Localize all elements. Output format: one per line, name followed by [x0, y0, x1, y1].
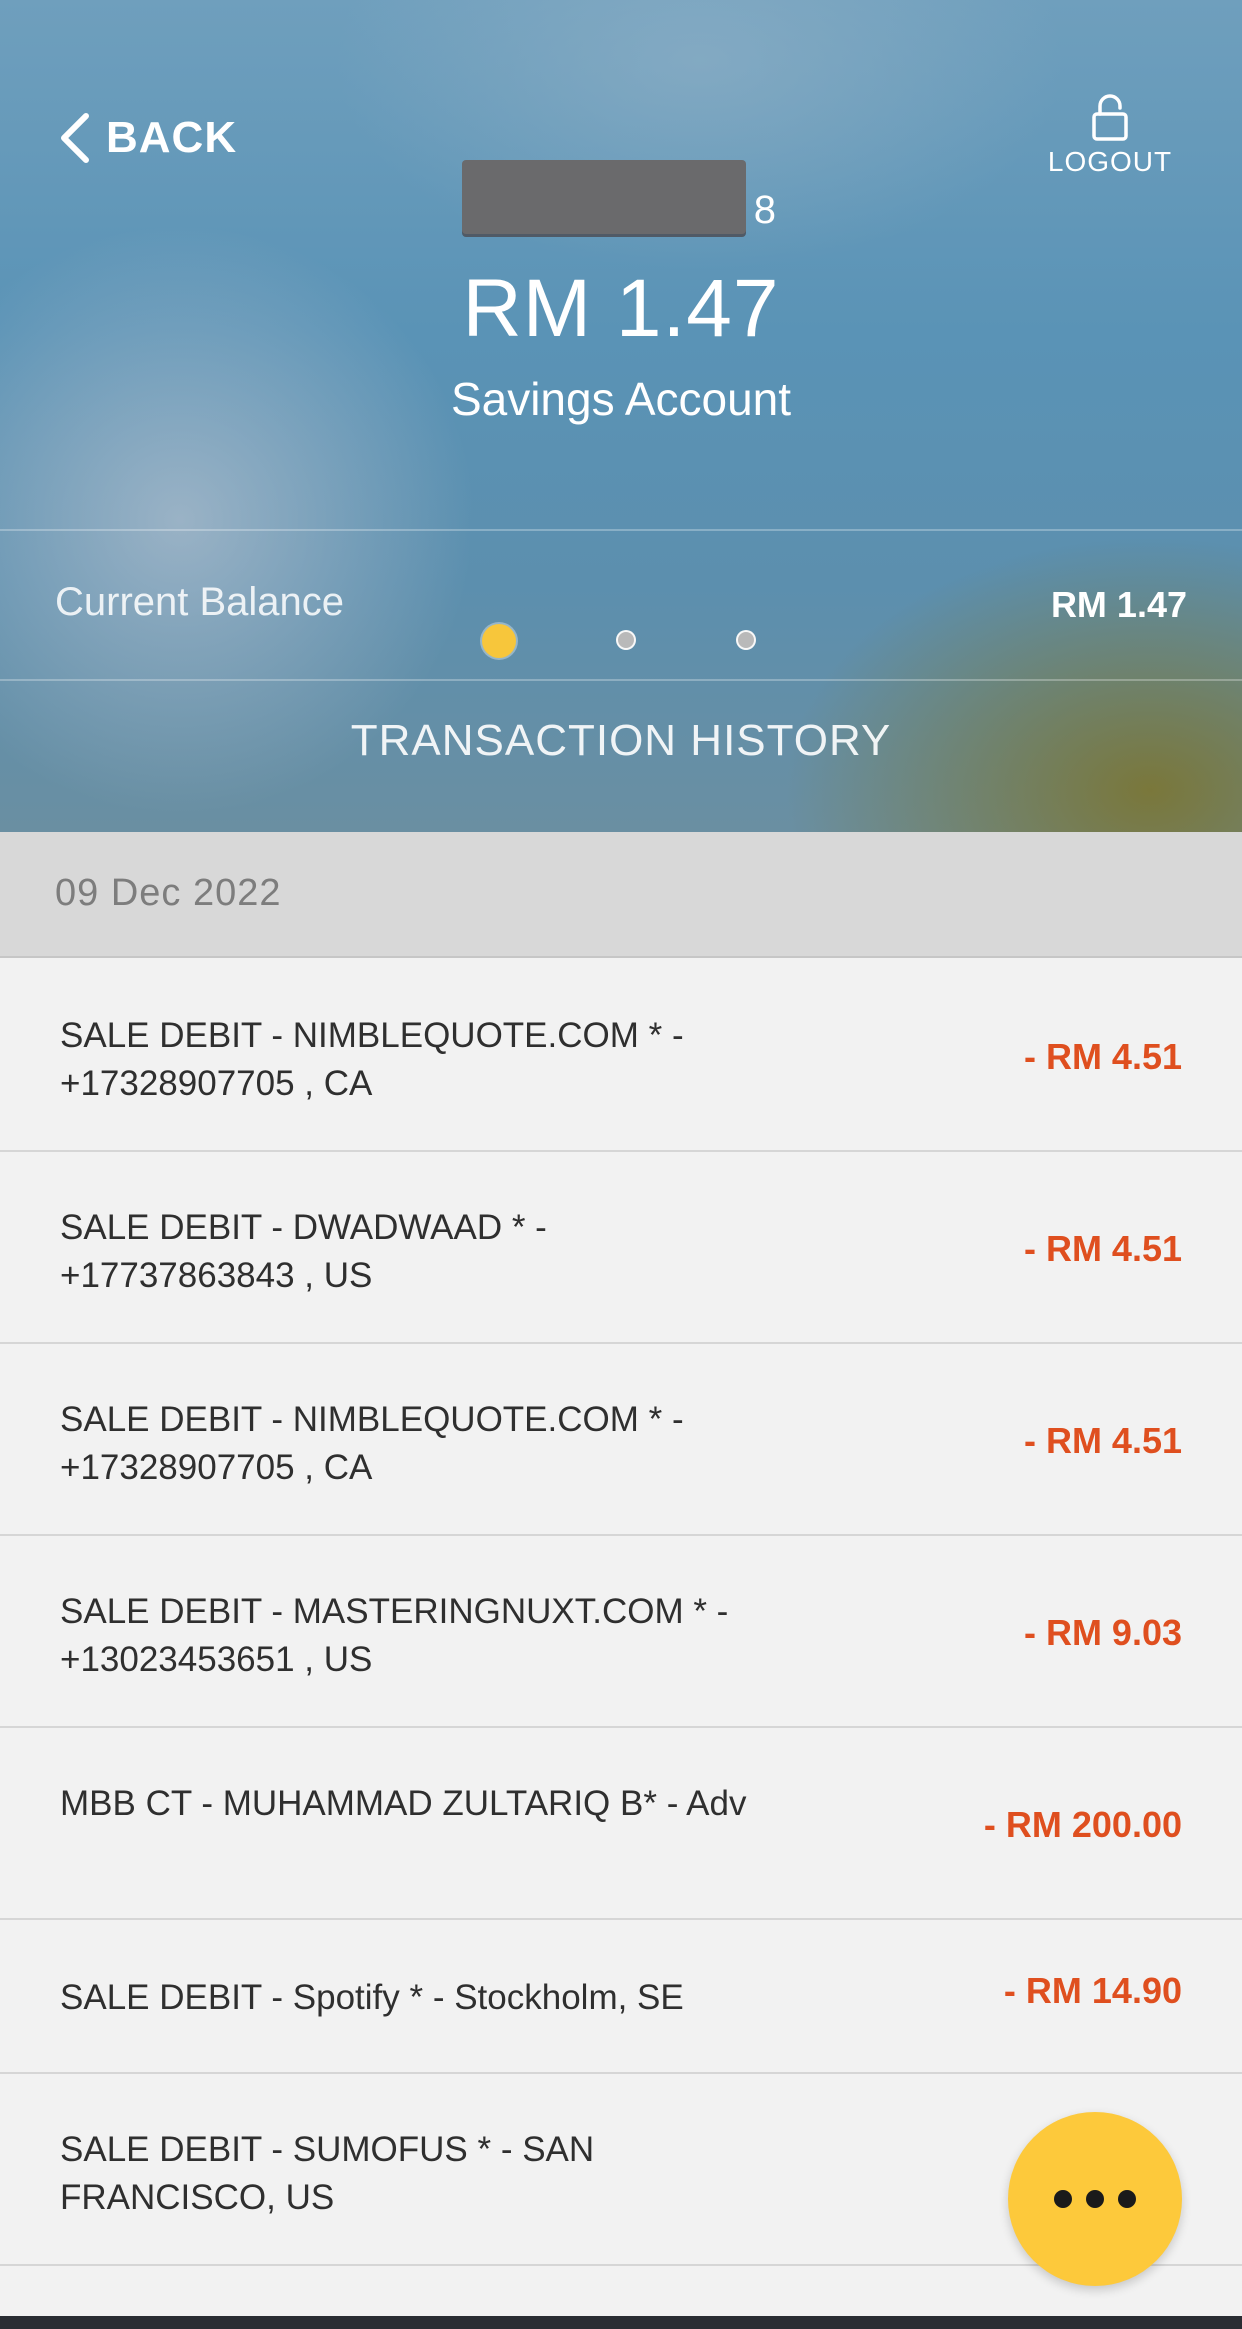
more-horizontal-icon-dot-3 — [1118, 2190, 1136, 2208]
date-group-label: 09 Dec 2022 — [55, 872, 282, 914]
account-number: 8 — [462, 160, 782, 236]
pager-dot-3[interactable] — [736, 630, 756, 650]
account-detail-screen: BACK LOGOUT 8 RM 1.47 Savings Account Cu… — [0, 0, 1242, 2329]
transaction-row[interactable]: SALE DEBIT - Spotify * - Stockholm, SE -… — [0, 1920, 1242, 2074]
account-number-suffix: 8 — [753, 188, 776, 232]
logout-button[interactable]: LOGOUT — [1040, 94, 1180, 178]
more-horizontal-icon — [1054, 2190, 1072, 2208]
unlock-icon — [1092, 94, 1128, 141]
transaction-amount: - RM 200.00 — [983, 1804, 1182, 1845]
back-label: BACK — [106, 113, 238, 162]
transaction-row[interactable]: MBB CT - MUHAMMAD ZULTARIQ B* - Adv - RM… — [0, 1728, 1242, 1920]
pager-dot-active[interactable] — [482, 624, 516, 658]
transaction-description: SALE DEBIT - NIMBLEQUOTE.COM * - +173289… — [60, 1016, 684, 1103]
transaction-row[interactable]: SALE DEBIT - NIMBLEQUOTE.COM * - +173289… — [0, 1344, 1242, 1536]
balance-amount: RM 1.47 — [462, 263, 780, 354]
transaction-amount: - RM 4.51 — [1023, 1420, 1182, 1461]
redaction-block — [462, 160, 746, 234]
date-group-header: 09 Dec 2022 — [0, 832, 1242, 958]
transaction-row[interactable]: SALE DEBIT - MASTERINGNUXT.COM * - +1302… — [0, 1536, 1242, 1728]
transaction-row[interactable]: SALE DEBIT - DWADWAAD * - +17737863843 ,… — [0, 1152, 1242, 1344]
transaction-description: MBB CT - MUHAMMAD ZULTARIQ B* - Adv — [60, 1784, 747, 1823]
transaction-list: SALE DEBIT - NIMBLEQUOTE.COM * - +173289… — [0, 960, 1242, 2266]
bottom-navigation-edge — [0, 2316, 1242, 2329]
transaction-row[interactable]: SALE DEBIT - NIMBLEQUOTE.COM * - +173289… — [0, 960, 1242, 1152]
more-horizontal-icon-dot-2 — [1086, 2190, 1104, 2208]
transaction-amount: - RM 4.51 — [1023, 1036, 1182, 1077]
current-balance-value: RM 1.47 — [1050, 584, 1187, 625]
transaction-description: SALE DEBIT - MASTERINGNUXT.COM * - +1302… — [60, 1592, 729, 1679]
transaction-history-title: TRANSACTION HISTORY — [350, 716, 892, 765]
header-divider-bottom — [0, 679, 1242, 681]
current-balance-label: Current Balance — [55, 580, 345, 624]
header-divider-top — [0, 529, 1242, 531]
transaction-amount: - RM 4.51 — [1023, 1228, 1182, 1269]
pager-dot-2[interactable] — [616, 630, 636, 650]
account-header: BACK LOGOUT 8 RM 1.47 Savings Account Cu… — [0, 0, 1242, 832]
back-button[interactable]: BACK — [58, 112, 237, 164]
logout-label: LOGOUT — [1047, 146, 1173, 177]
transaction-amount: - RM 14.90 — [1003, 1970, 1182, 2011]
transaction-description: SALE DEBIT - SUMOFUS * - SAN FRANCISCO, … — [60, 2130, 595, 2217]
transaction-description: SALE DEBIT - NIMBLEQUOTE.COM * - +173289… — [60, 1400, 684, 1487]
transaction-amount: - RM 9.03 — [1023, 1612, 1182, 1653]
chevron-left-icon — [61, 113, 89, 163]
account-type: Savings Account — [450, 373, 792, 425]
transaction-description: SALE DEBIT - Spotify * - Stockholm, SE — [60, 1978, 684, 2017]
transaction-description: SALE DEBIT - DWADWAAD * - +17737863843 ,… — [60, 1208, 547, 1295]
more-actions-button[interactable] — [1008, 2112, 1182, 2286]
